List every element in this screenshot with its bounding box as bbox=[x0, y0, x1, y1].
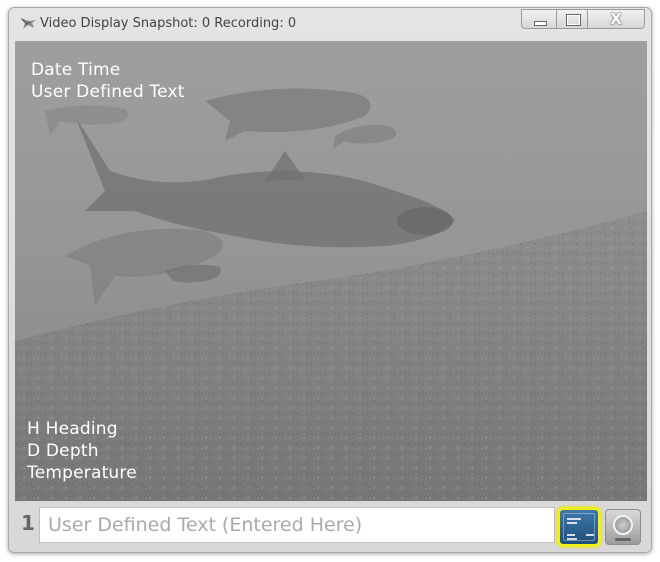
video-display[interactable]: Date Time User Defined Text H Heading D … bbox=[15, 41, 647, 501]
overlay-depth: D Depth bbox=[27, 441, 99, 461]
camera-icon bbox=[613, 515, 633, 535]
close-icon: X bbox=[610, 10, 622, 28]
overlay-user-text: User Defined Text bbox=[31, 82, 185, 102]
text-overlay-icon bbox=[563, 513, 595, 541]
overlay-temperature: Temperature bbox=[27, 463, 137, 483]
overlay-date-time: Date Time bbox=[31, 60, 121, 80]
fish-icon bbox=[20, 18, 36, 29]
title-bar[interactable]: Video Display Snapshot: 0 Recording: 0 X bbox=[9, 8, 651, 40]
text-overlay-button[interactable] bbox=[557, 507, 601, 547]
window-title: Video Display Snapshot: 0 Recording: 0 bbox=[40, 16, 297, 31]
snapshot-button[interactable] bbox=[605, 509, 641, 545]
overlay-bottom-text: H Heading D Depth Temperature bbox=[27, 418, 137, 484]
video-display-window: Video Display Snapshot: 0 Recording: 0 X bbox=[8, 7, 652, 553]
overlay-heading: H Heading bbox=[27, 419, 118, 439]
camera-base bbox=[615, 538, 631, 541]
close-button[interactable]: X bbox=[587, 9, 645, 29]
bottom-toolbar: 1 bbox=[15, 503, 647, 547]
overlay-top-text: Date Time User Defined Text bbox=[31, 59, 185, 103]
channel-number: 1 bbox=[21, 511, 35, 535]
user-text-input[interactable] bbox=[39, 507, 555, 543]
minimize-button[interactable] bbox=[521, 9, 557, 29]
maximize-button[interactable] bbox=[556, 9, 588, 29]
